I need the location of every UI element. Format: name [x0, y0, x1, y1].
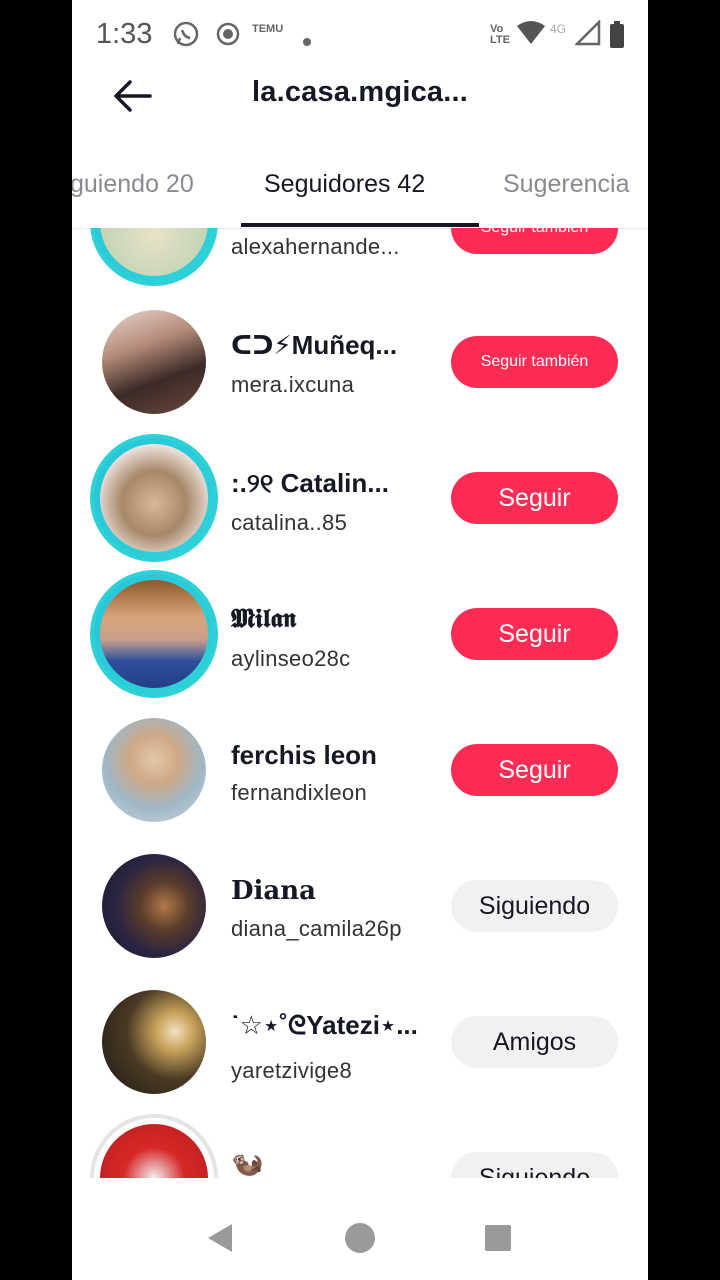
avatar[interactable]: [90, 228, 218, 286]
signal-icon: [573, 18, 601, 53]
list-item[interactable]: :.୨୧ Catalin... catalina..85 Seguir: [72, 434, 648, 570]
avatar[interactable]: [90, 570, 218, 698]
avatar[interactable]: [102, 310, 206, 414]
tab-bar: guiendo 20 Seguidores 42 Sugerencia: [72, 150, 648, 229]
follower-name[interactable]: ˙☆⋆˚ᘓYatezi⋆...: [231, 1010, 418, 1042]
wifi-icon: [516, 20, 546, 53]
avatar-image: [100, 444, 208, 552]
list-item[interactable]: ˙☆⋆˚ᘓYatezi⋆... yaretzivige8 Amigos: [72, 988, 648, 1124]
follower-username[interactable]: mera.ixcuna: [231, 372, 354, 398]
temu-label: TEMU: [252, 23, 284, 35]
temu-icon: TEMU: [252, 23, 284, 35]
follower-username[interactable]: fernandixleon: [231, 780, 367, 806]
whatsapp-icon: [172, 20, 200, 55]
tab-suggestions[interactable]: Sugerencia: [503, 170, 629, 199]
follower-name[interactable]: ᑕᑐ⚡Muñeq...: [231, 330, 397, 361]
list-item[interactable]: alexahernande... Seguir también: [72, 228, 648, 294]
nav-back-icon[interactable]: [204, 1222, 236, 1259]
system-nav-bar: [72, 1178, 648, 1280]
follower-name[interactable]: 𝕸𝖎𝖑𝖆𝖓: [231, 604, 296, 635]
battery-icon: [609, 21, 625, 56]
nav-home-icon[interactable]: [344, 1222, 376, 1259]
friends-button[interactable]: Amigos: [451, 1016, 618, 1068]
following-button[interactable]: Siguiendo: [451, 880, 618, 932]
tab-following[interactable]: guiendo 20: [72, 170, 194, 199]
follower-username[interactable]: alexahernande...: [231, 234, 400, 260]
dot-icon: [302, 26, 312, 54]
nav-recents-icon[interactable]: [484, 1224, 512, 1257]
follow-button[interactable]: Seguir: [451, 608, 618, 660]
follow-button[interactable]: Seguir: [451, 744, 618, 796]
header: la.casa.mgica...: [72, 70, 648, 122]
avatar[interactable]: [102, 854, 206, 958]
record-icon: [214, 20, 242, 55]
follower-username[interactable]: diana_camila26p: [231, 916, 402, 942]
avatar[interactable]: [102, 718, 206, 822]
avatar-image: [100, 580, 208, 688]
avatar-image: [100, 1124, 208, 1178]
follow-back-button[interactable]: Seguir también: [451, 336, 618, 388]
follower-username[interactable]: yaretzivige8: [231, 1058, 352, 1084]
follower-name[interactable]: Diana: [231, 876, 316, 906]
avatar-image: [100, 228, 208, 276]
follower-list[interactable]: alexahernande... Seguir también ᑕᑐ⚡Muñeq…: [72, 228, 648, 1178]
follower-username[interactable]: aylinseo28c: [231, 646, 351, 672]
follower-username[interactable]: catalina..85: [231, 510, 347, 536]
network-label: 4G: [550, 22, 567, 36]
list-item[interactable]: ferchis leon fernandixleon Seguir: [72, 716, 648, 852]
follower-name[interactable]: :.୨୧ Catalin...: [231, 468, 389, 500]
avatar[interactable]: [102, 990, 206, 1094]
list-item[interactable]: ᑕᑐ⚡Muñeq... mera.ixcuna Seguir también: [72, 308, 648, 444]
list-item[interactable]: 🦦 Siguiendo: [72, 1114, 648, 1178]
status-bar: 1:33 TEMU Vo LTE 4G: [72, 0, 648, 70]
volte-icon: Vo LTE: [490, 24, 510, 46]
follower-name[interactable]: ferchis leon: [231, 740, 377, 771]
status-time: 1:33: [96, 18, 153, 50]
phone-screen: 1:33 TEMU Vo LTE 4G la.casa.mgica... gui…: [72, 0, 648, 1280]
tab-followers[interactable]: Seguidores 42: [264, 170, 425, 199]
follow-back-button[interactable]: Seguir también: [451, 228, 618, 254]
following-button[interactable]: Siguiendo: [451, 1152, 618, 1178]
avatar[interactable]: [90, 1114, 218, 1178]
list-item[interactable]: Diana diana_camila26p Siguiendo: [72, 852, 648, 988]
page-title: la.casa.mgica...: [252, 76, 468, 108]
active-tab-indicator: [241, 223, 479, 227]
follower-name[interactable]: 🦦: [231, 1148, 263, 1178]
volte-label: Vo LTE: [490, 23, 510, 46]
list-item[interactable]: 𝕸𝖎𝖑𝖆𝖓 aylinseo28c Seguir: [72, 570, 648, 706]
avatar[interactable]: [90, 434, 218, 562]
follow-button[interactable]: Seguir: [451, 472, 618, 524]
